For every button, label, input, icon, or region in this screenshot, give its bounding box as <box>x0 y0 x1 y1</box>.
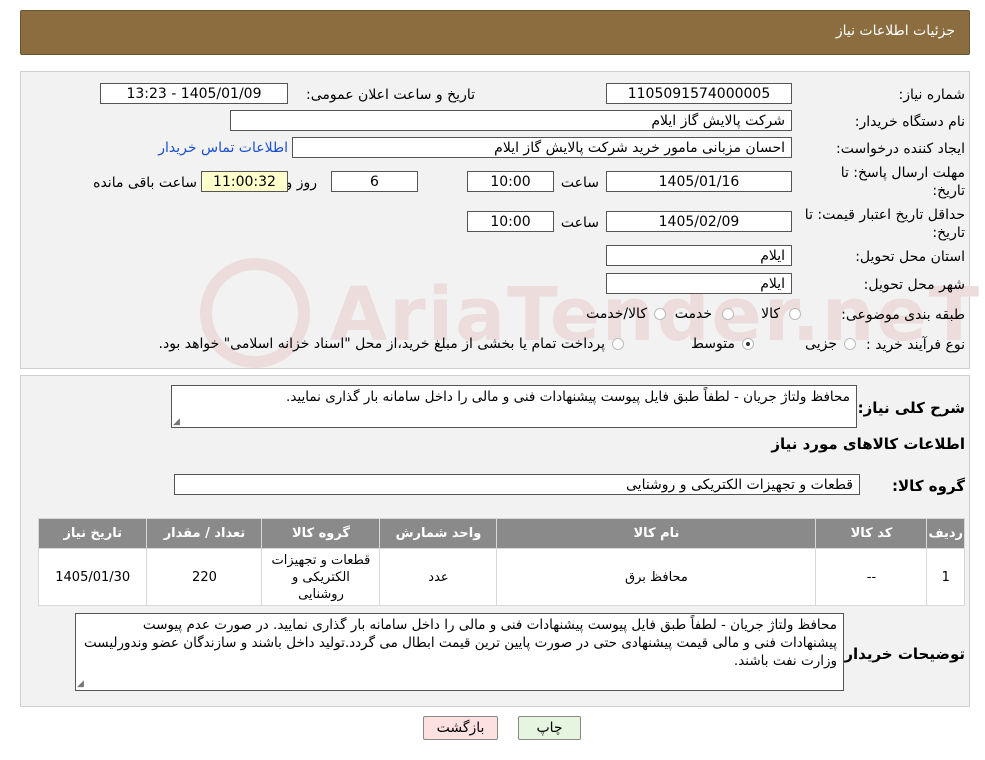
buyer-notes-resize-icon[interactable]: ◢ <box>77 679 84 759</box>
price-validity-date-field: 1405/02/09 <box>606 211 792 232</box>
category-option-service: خدمت <box>674 306 712 322</box>
back-button[interactable]: بازگشت <box>423 716 498 740</box>
page-header: جزئیات اطلاعات نیاز <box>20 10 970 55</box>
col-unit: واحد شمارش <box>379 518 498 549</box>
deadline-label-line2: تاریخ: <box>932 183 965 199</box>
creator-label: ایجاد کننده درخواست: <box>836 141 965 157</box>
need-number-field: 1105091574000005 <box>606 83 792 104</box>
delivery-city-label: شهر محل تحویل: <box>863 277 965 293</box>
announce-field: 1405/01/09 - 13:23 <box>100 83 288 104</box>
cell-unit: عدد <box>379 548 498 606</box>
category-radio-goods[interactable] <box>789 308 801 320</box>
buyer-contact-link[interactable]: اطلاعات تماس خریدار <box>158 140 288 156</box>
price-validity-label-line2: تاریخ: <box>932 225 965 241</box>
buyer-notes-textarea[interactable]: محافظ ولتاژ جریان - لطفاً طبق فایل پیوست… <box>75 613 844 691</box>
col-need-date: تاریخ نیاز <box>37 518 148 549</box>
process-radio-medium[interactable] <box>742 338 754 350</box>
delivery-city-field: ایلام <box>606 273 792 294</box>
subject-category-label: طبقه بندی موضوعی: <box>841 307 965 323</box>
goods-group-label: گروه کالا: <box>892 477 965 495</box>
category-option-goods: کالا <box>761 306 780 322</box>
price-validity-time-field: 10:00 <box>467 211 554 232</box>
creator-field: احسان مزبانی مامور خرید شرکت پالایش گاز … <box>292 137 792 158</box>
description-textarea[interactable]: محافظ ولتاژ جریان - لطفاً طبق فایل پیوست… <box>171 385 857 428</box>
goods-table-header-row: ردیف کد کالا نام کالا واحد شمارش گروه کا… <box>37 518 965 549</box>
col-goods-code: کد کالا <box>815 518 928 549</box>
deadline-time-label: ساعت <box>560 175 599 191</box>
goods-info-title: اطلاعات کالاهای مورد نیاز <box>771 435 965 453</box>
cell-goods-name: محافظ برق <box>496 548 817 606</box>
remaining-time-field: 11:00:32 <box>201 171 288 192</box>
col-quantity: تعداد / مقدار <box>146 518 263 549</box>
days-remaining-field: 6 <box>331 171 418 192</box>
process-radio-minor[interactable] <box>844 338 856 350</box>
print-button[interactable]: چاپ <box>518 716 581 740</box>
description-label: شرح کلی نیاز: <box>857 399 965 417</box>
buyer-org-field: شرکت پالایش گاز ایلام <box>230 110 792 131</box>
need-number-label: شماره نیاز: <box>898 87 966 103</box>
category-radio-service[interactable] <box>722 308 734 320</box>
cell-quantity: 220 <box>146 548 263 606</box>
price-validity-label-line1: حداقل تاریخ اعتبار قیمت: تا <box>804 207 965 223</box>
table-row: 1 -- محافظ برق عدد قطعات و تجهیزات الکتر… <box>37 548 965 606</box>
deadline-label-line1: مهلت ارسال پاسخ: تا <box>840 165 965 181</box>
buyer-notes-label: توضیحات خریدار: <box>838 645 965 663</box>
process-option-minor: جزیی <box>805 336 837 352</box>
remaining-time-label: ساعت باقی مانده <box>93 175 197 191</box>
deadline-date-field: 1405/01/16 <box>606 171 792 192</box>
days-label: روز و <box>285 175 318 191</box>
cell-need-date: 1405/01/30 <box>37 548 148 606</box>
price-validity-time-label: ساعت <box>560 215 599 231</box>
page-title: جزئیات اطلاعات نیاز <box>835 23 955 39</box>
col-goods-name: نام کالا <box>496 518 817 549</box>
goods-group-field: قطعات و تجهیزات الکتریکی و روشنایی <box>174 474 860 495</box>
category-option-goods-service: کالا/خدمت <box>586 306 647 322</box>
category-radio-goods-service[interactable] <box>654 308 666 320</box>
process-option-medium: متوسط <box>691 336 735 352</box>
buyer-org-label: نام دستگاه خریدار: <box>854 114 965 130</box>
cell-goods-group: قطعات و تجهیزات الکتریکی و روشنایی <box>261 548 381 606</box>
col-row-number: ردیف <box>926 518 965 549</box>
announce-label: تاریخ و ساعت اعلان عمومی: <box>306 87 475 103</box>
price-validity-label: حداقل تاریخ اعتبار قیمت: تا تاریخ: <box>805 206 965 242</box>
treasury-checkbox[interactable] <box>612 338 624 350</box>
cell-goods-code: -- <box>815 548 928 606</box>
deadline-label: مهلت ارسال پاسخ: تا تاریخ: <box>841 164 965 200</box>
delivery-province-label: استان محل تحویل: <box>855 249 965 265</box>
cell-row-number: 1 <box>926 548 965 606</box>
goods-table: ردیف کد کالا نام کالا واحد شمارش گروه کا… <box>37 518 965 606</box>
delivery-province-field: ایلام <box>606 245 792 266</box>
deadline-time-field: 10:00 <box>467 171 554 192</box>
col-goods-group: گروه کالا <box>261 518 381 549</box>
purchase-process-label: نوع فرآیند خرید : <box>866 337 965 353</box>
treasury-note: پرداخت تمام یا بخشی از مبلغ خرید،از محل … <box>158 336 605 352</box>
